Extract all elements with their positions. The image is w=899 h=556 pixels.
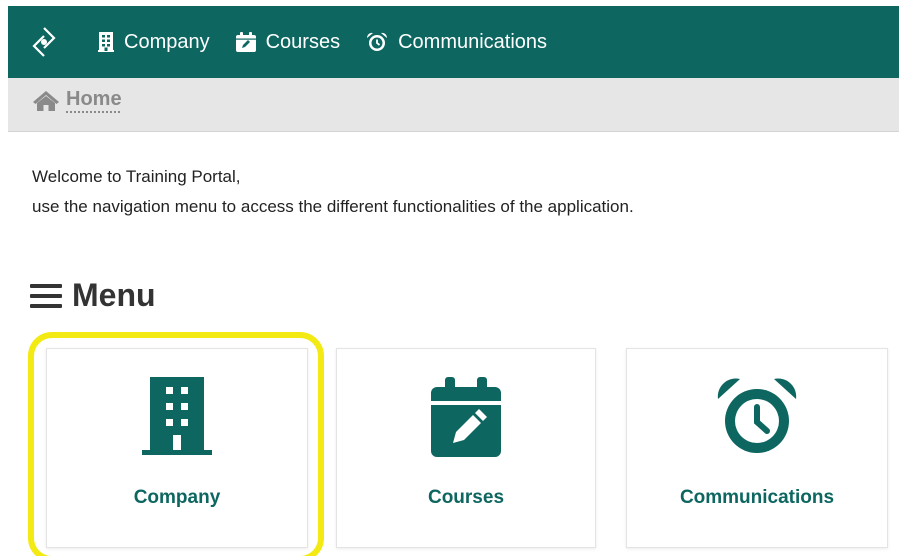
- top-navbar: Company Courses Communications: [8, 6, 899, 78]
- nav-communications[interactable]: Communications: [366, 31, 547, 54]
- alarm-clock-icon: [717, 378, 797, 453]
- nav-company-label: Company: [124, 30, 210, 53]
- menu-card-company-label: Company: [133, 487, 221, 508]
- building-icon: [142, 377, 212, 455]
- menu-card-communications-label: Communications: [679, 487, 835, 508]
- welcome-line-1: Welcome to Training Portal,: [32, 167, 241, 186]
- company-logo-icon: [32, 27, 56, 57]
- menu-card-courses-label: Courses: [427, 487, 505, 508]
- nav-courses-label: Courses: [265, 30, 341, 53]
- menu-card-courses[interactable]: Courses: [336, 348, 596, 548]
- nav-courses[interactable]: Courses: [235, 30, 341, 54]
- nav-communications-label: Communications: [398, 30, 548, 53]
- calendar-edit-icon: [235, 32, 256, 52]
- nav-company[interactable]: Company: [98, 31, 210, 54]
- calendar-edit-icon: [431, 377, 501, 457]
- breadcrumb-home-link[interactable]: Home: [66, 88, 122, 111]
- hamburger-icon: [30, 283, 62, 308]
- menu-card-company[interactable]: Company: [46, 348, 308, 548]
- menu-heading: Menu: [30, 277, 156, 314]
- breadcrumb: Home: [8, 78, 899, 132]
- alarm-clock-icon: [367, 32, 388, 51]
- welcome-line-2: use the navigation menu to access the di…: [32, 197, 634, 216]
- menu-title: Menu: [72, 277, 156, 313]
- company-logo[interactable]: [16, 12, 72, 72]
- welcome-message: Welcome to Training Portal, use the navi…: [32, 162, 634, 222]
- home-icon: [33, 91, 59, 111]
- menu-card-communications[interactable]: Communications: [626, 348, 888, 548]
- building-icon: [98, 32, 114, 52]
